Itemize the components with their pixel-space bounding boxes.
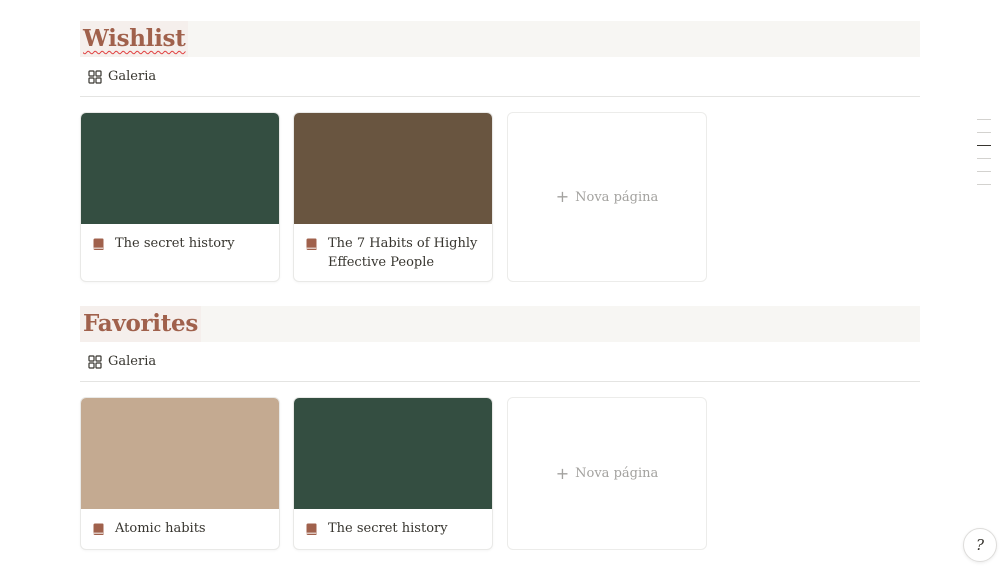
gallery-cards: The secret history The 7 Habits of Highl… xyxy=(80,112,920,282)
book-icon xyxy=(93,523,104,535)
outline-line-active[interactable] xyxy=(977,145,991,146)
plus-icon: + xyxy=(555,187,570,206)
section-title-bar: Wishlist xyxy=(80,21,920,57)
help-button[interactable]: ? xyxy=(963,528,997,562)
card-cover xyxy=(294,113,492,224)
favorites-section: Favorites Galeria Atomic habits The secr… xyxy=(80,306,920,567)
card-body: The secret history xyxy=(294,509,492,538)
page-outline[interactable] xyxy=(977,119,991,197)
view-tab-row: Galeria xyxy=(80,342,920,382)
wishlist-section: Wishlist Galeria The secret history The … xyxy=(80,21,920,282)
plus-icon: + xyxy=(555,463,570,483)
view-tab-label: Galeria xyxy=(108,69,157,84)
outline-line[interactable] xyxy=(977,171,991,172)
card-title: Atomic habits xyxy=(115,521,206,536)
section-title[interactable]: Favorites xyxy=(80,306,202,342)
new-page-label: Nova página xyxy=(575,466,659,481)
card-cover xyxy=(294,398,492,509)
card-cover xyxy=(81,113,279,224)
section-title[interactable]: Wishlist xyxy=(80,21,189,57)
outline-line[interactable] xyxy=(977,132,991,133)
view-tab-row: Galeria xyxy=(80,57,920,97)
gallery-card[interactable]: The secret history xyxy=(80,112,280,282)
book-icon xyxy=(306,523,317,535)
view-tab-label: Galeria xyxy=(108,354,157,369)
gallery-cards: Atomic habits The secret history + Nova … xyxy=(80,397,920,567)
card-body: The secret history xyxy=(81,224,279,253)
card-title: The 7 Habits of Highly Effective People xyxy=(328,236,478,270)
outline-line[interactable] xyxy=(977,184,991,185)
page: Wishlist Galeria The secret history The … xyxy=(0,0,1005,588)
new-page-button[interactable]: + Nova página xyxy=(507,112,707,282)
card-title: The secret history xyxy=(328,521,448,536)
gallery-grid-icon xyxy=(88,354,102,369)
section-title-bar: Favorites xyxy=(80,306,920,342)
new-page-button[interactable]: + Nova página xyxy=(507,397,707,550)
outline-line[interactable] xyxy=(977,119,991,120)
card-body: The 7 Habits of Highly Effective People xyxy=(294,224,492,272)
card-cover xyxy=(81,398,279,509)
new-page-label: Nova página xyxy=(575,189,659,205)
question-icon: ? xyxy=(975,536,985,554)
book-icon xyxy=(306,238,317,250)
gallery-card[interactable]: The 7 Habits of Highly Effective People xyxy=(293,112,493,282)
view-tab-gallery[interactable]: Galeria xyxy=(80,63,164,91)
book-icon xyxy=(93,238,104,250)
card-title: The secret history xyxy=(115,236,235,251)
view-tab-gallery[interactable]: Galeria xyxy=(80,348,164,376)
gallery-card[interactable]: The secret history xyxy=(293,397,493,550)
outline-line[interactable] xyxy=(977,158,991,159)
gallery-card[interactable]: Atomic habits xyxy=(80,397,280,550)
card-body: Atomic habits xyxy=(81,509,279,538)
gallery-grid-icon xyxy=(88,69,102,84)
